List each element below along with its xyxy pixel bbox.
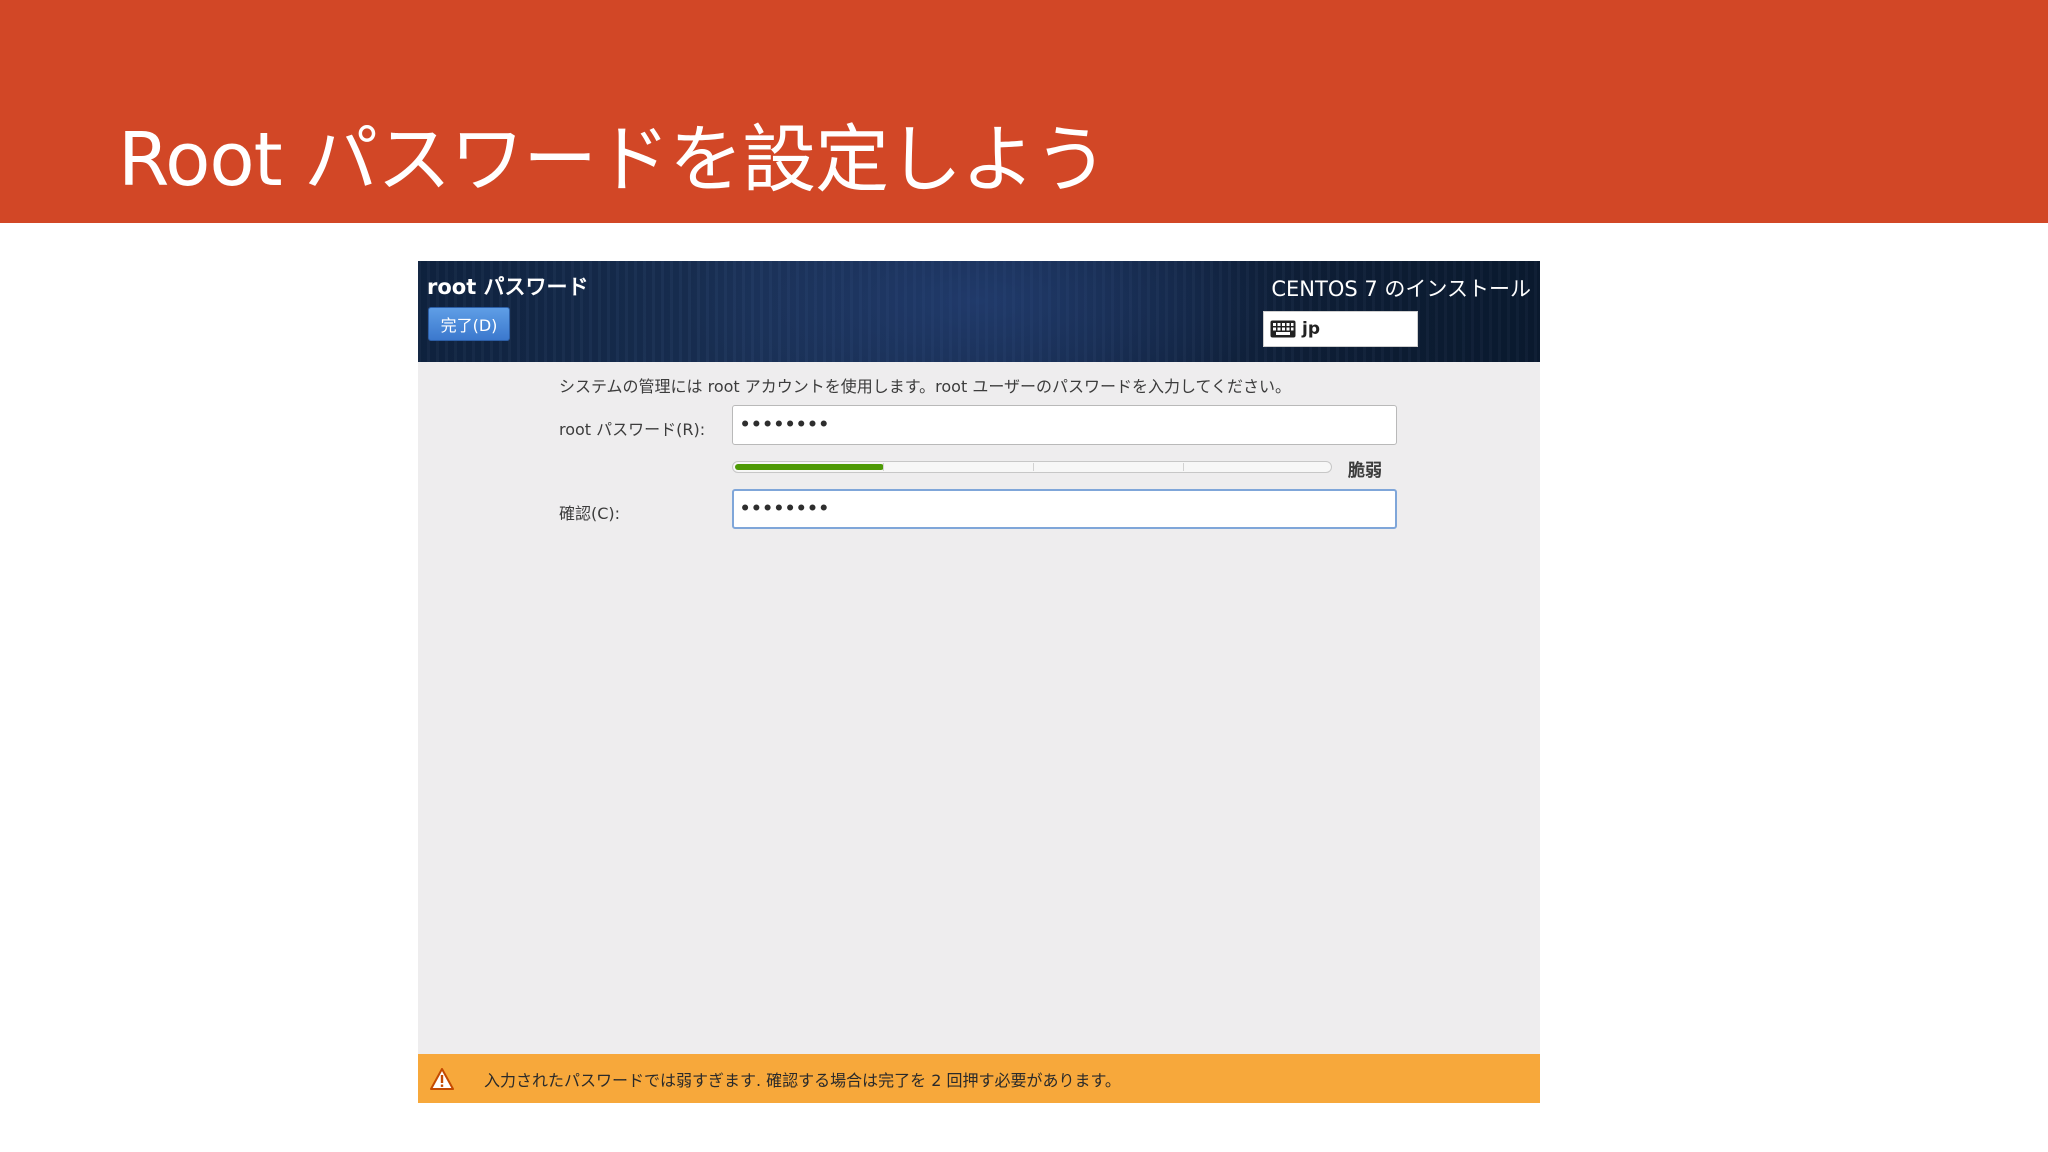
strength-segment-divider	[1033, 463, 1034, 471]
product-title: CENTOS 7 のインストール	[1271, 277, 1531, 301]
installer-screenshot: root パスワード 完了(D) CENTOS 7 のインストール jp システ…	[418, 261, 1540, 1103]
keyboard-icon	[1270, 320, 1296, 338]
description-text: システムの管理には root アカウントを使用します。root ユーザーのパスワ…	[559, 377, 1292, 396]
done-button[interactable]: 完了(D)	[428, 307, 510, 341]
password-strength-fill	[735, 464, 884, 470]
strength-segment-divider	[883, 463, 884, 471]
title-banner: Root パスワードを設定しよう	[0, 0, 2048, 223]
slide-title: Root パスワードを設定しよう	[118, 117, 1108, 203]
keyboard-layout-label: jp	[1302, 319, 1320, 339]
confirm-password-label: 確認(C):	[559, 504, 621, 523]
keyboard-layout-indicator[interactable]: jp	[1263, 311, 1418, 347]
strength-segment-divider	[1183, 463, 1184, 471]
root-password-label: root パスワード(R):	[559, 420, 706, 439]
root-password-input[interactable]	[732, 405, 1397, 445]
password-strength-label: 脆弱	[1348, 461, 1382, 481]
confirm-password-input[interactable]	[732, 489, 1397, 529]
warning-text: 入力されたパスワードでは弱すぎます. 確認する場合は完了を 2 回押す必要があり…	[484, 1070, 1121, 1090]
installer-header: root パスワード 完了(D) CENTOS 7 のインストール jp	[418, 261, 1540, 362]
spoke-title: root パスワード	[427, 275, 589, 299]
warning-bar[interactable]: 入力されたパスワードでは弱すぎます. 確認する場合は完了を 2 回押す必要があり…	[418, 1054, 1540, 1103]
slide: Root パスワードを設定しよう root パスワード 完了(D) CENTOS…	[0, 0, 2048, 1152]
password-strength-meter	[732, 461, 1332, 473]
warning-icon	[430, 1067, 454, 1090]
